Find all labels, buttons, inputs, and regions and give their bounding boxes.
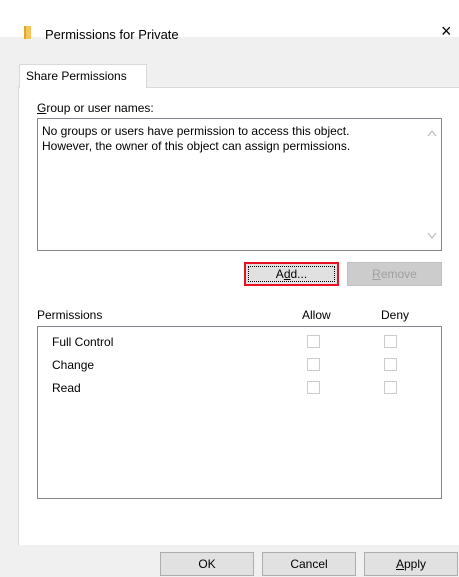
allow-read-checkbox[interactable]: [307, 381, 320, 394]
allow-full-control-checkbox[interactable]: [307, 335, 320, 348]
permission-name: Change: [52, 358, 95, 372]
focus-rect: [248, 266, 335, 282]
deny-change-checkbox[interactable]: [384, 358, 397, 371]
permissions-header: Permissions: [37, 308, 103, 322]
folder-icon: [24, 26, 31, 39]
cancel-button[interactable]: Cancel: [262, 552, 356, 576]
scroll-up-icon[interactable]: [427, 129, 437, 137]
allow-change-checkbox[interactable]: [307, 358, 320, 371]
permissions-list: Full Control Change Read: [37, 326, 442, 499]
allow-header: Allow: [302, 308, 331, 322]
ok-button[interactable]: OK: [160, 552, 254, 576]
permission-name: Full Control: [52, 335, 114, 349]
deny-read-checkbox[interactable]: [384, 381, 397, 394]
permission-name: Read: [52, 381, 81, 395]
group-user-names-label: Group or user names:: [37, 101, 154, 115]
add-button[interactable]: Add...: [244, 262, 339, 286]
group-user-list[interactable]: No groups or users have permission to ac…: [37, 118, 442, 251]
remove-button[interactable]: Remove: [347, 262, 442, 286]
window-title: Permissions for Private: [45, 27, 179, 42]
apply-button[interactable]: Apply: [364, 552, 458, 576]
tab-share-permissions[interactable]: Share Permissions: [19, 64, 147, 88]
close-icon[interactable]: ×: [441, 22, 452, 40]
scroll-down-icon[interactable]: [427, 232, 437, 240]
deny-full-control-checkbox[interactable]: [384, 335, 397, 348]
no-users-message: No groups or users have permission to ac…: [42, 124, 351, 153]
deny-header: Deny: [381, 308, 410, 322]
